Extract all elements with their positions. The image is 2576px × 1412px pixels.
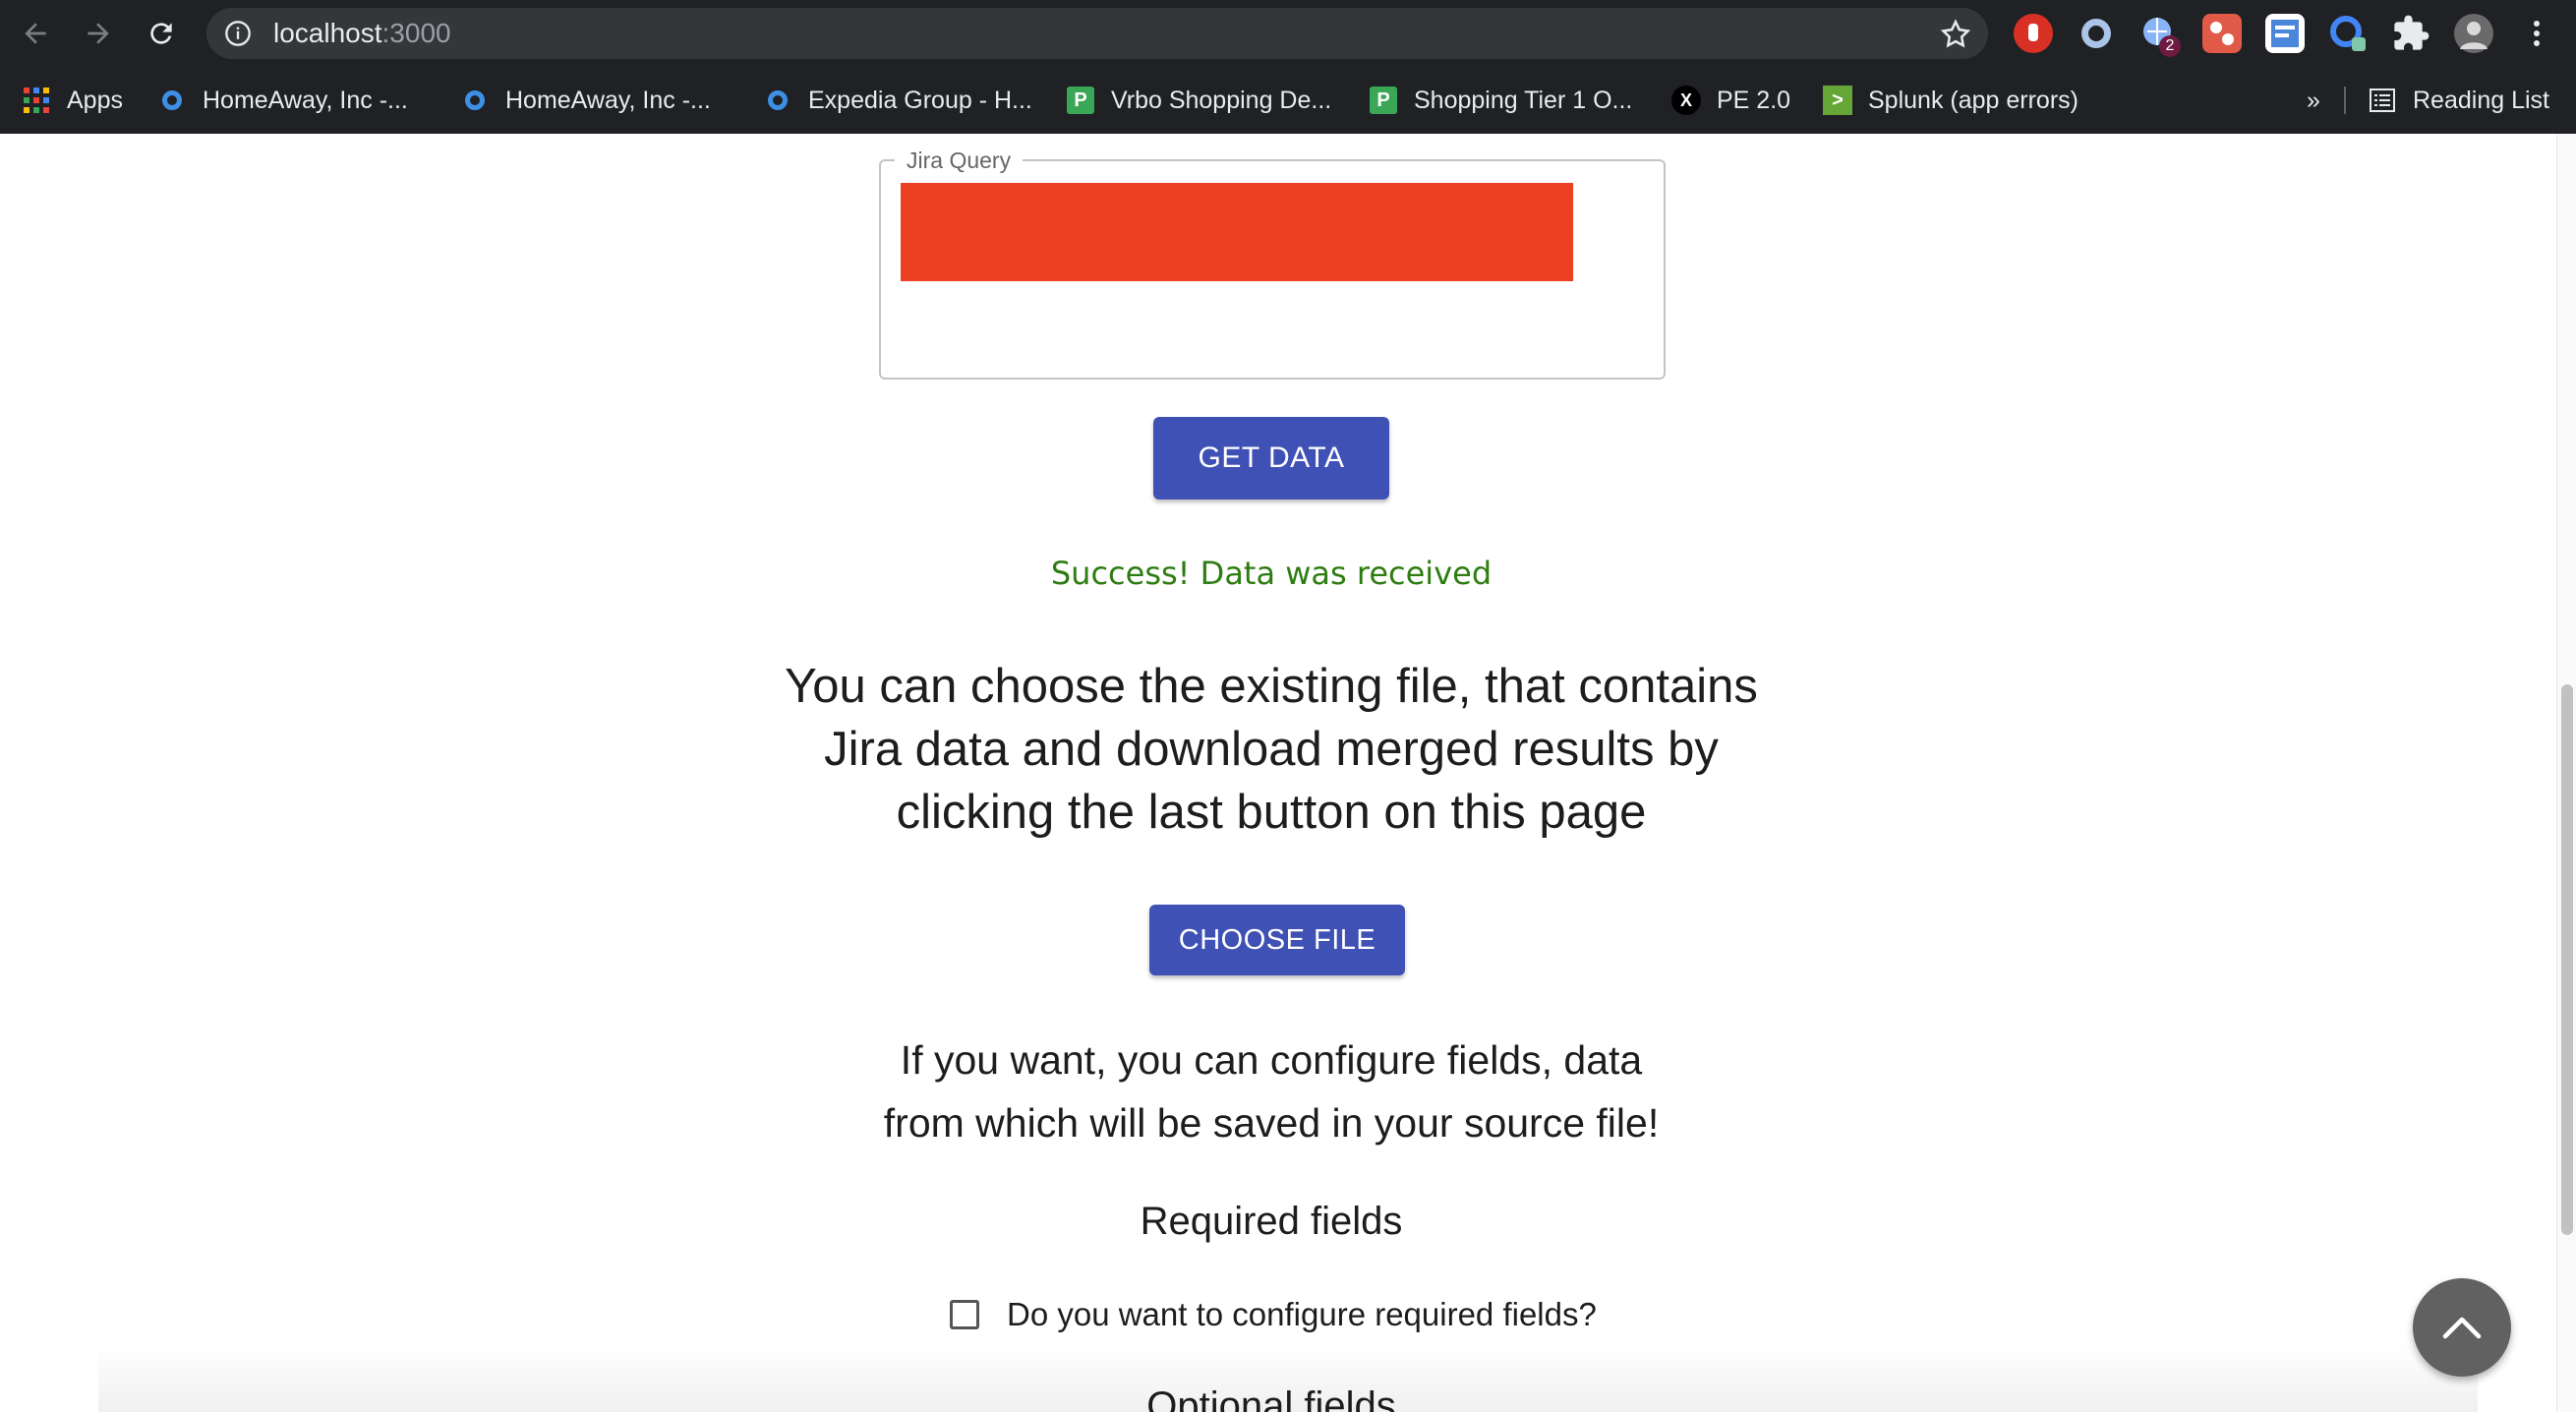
p-square-icon: P: [1066, 86, 1095, 115]
required-fields-checkbox-label[interactable]: Do you want to configure required fields…: [1007, 1296, 1597, 1333]
success-message: Success! Data was received: [1050, 555, 1493, 592]
circle-extension-icon[interactable]: [2077, 14, 2116, 53]
choose-file-instructions: You can choose the existing file, that c…: [0, 655, 2543, 844]
bookmark-label: Expedia Group - H...: [808, 86, 1032, 114]
back-button[interactable]: [14, 12, 57, 55]
instruction-line: from which will be saved in your source …: [883, 1100, 1660, 1146]
expedia-ring-icon: [763, 86, 792, 115]
bookmark-label: Reading List: [2413, 86, 2549, 114]
homeaway-ring-icon: [460, 86, 490, 115]
page-scrollbar[interactable]: [2556, 134, 2576, 1412]
apps-grid-icon: [22, 86, 51, 115]
globe-extension-icon[interactable]: 2: [2139, 14, 2181, 57]
bookmark-splunk[interactable]: > Splunk (app errors): [1823, 67, 2078, 134]
redacted-query-value: [901, 183, 1573, 281]
red-pattern-extension-icon[interactable]: [2202, 14, 2242, 53]
required-fields-heading: Required fields: [1140, 1200, 1403, 1243]
bookmark-label: PE 2.0: [1717, 86, 1791, 114]
bookmark-label: Vrbo Shopping De...: [1111, 86, 1332, 114]
extension-badge: 2: [2159, 35, 2181, 57]
puzzle-extensions-icon[interactable]: [2391, 14, 2430, 53]
scrollbar-thumb[interactable]: [2561, 684, 2573, 1235]
bookmark-homeaway-2[interactable]: HomeAway, Inc -...: [460, 67, 711, 134]
reading-list-button[interactable]: Reading List: [2368, 67, 2549, 134]
p-square-icon: P: [1369, 86, 1398, 115]
bookmark-homeaway-1[interactable]: HomeAway, Inc -...: [157, 67, 408, 134]
bookmarks-divider: [2344, 87, 2346, 114]
stop-hand-icon[interactable]: [2014, 14, 2053, 53]
reload-icon: [150, 23, 172, 44]
bookmark-star-icon[interactable]: [1939, 18, 1972, 51]
required-fields-checkbox-row[interactable]: Do you want to configure required fields…: [950, 1290, 1597, 1339]
url-text[interactable]: localhost:3000: [273, 8, 451, 59]
optional-fields-heading: Optional fields: [1146, 1384, 1396, 1412]
instruction-line: If you want, you can configure fields, d…: [900, 1037, 1643, 1083]
jira-query-label: Jira Query: [895, 146, 1024, 175]
forward-arrow-icon: [88, 23, 109, 44]
choose-file-button[interactable]: CHOOSE FILE: [1149, 905, 1405, 975]
blue-ring-extension-icon[interactable]: [2328, 14, 2368, 53]
page-content: Jira Query GET DATA Success! Data was re…: [0, 134, 2576, 1412]
chevron-up-icon: [2442, 1317, 2482, 1339]
bookmarks-overflow-button[interactable]: »: [2307, 67, 2320, 134]
bookmark-label: HomeAway, Inc -...: [203, 86, 408, 114]
reload-button[interactable]: [140, 12, 183, 55]
required-fields-checkbox[interactable]: [950, 1300, 979, 1329]
scroll-to-top-button[interactable]: [2413, 1278, 2511, 1377]
bookmark-shopping-tier[interactable]: P Shopping Tier 1 O...: [1369, 67, 1632, 134]
profile-avatar[interactable]: [2454, 14, 2493, 53]
instruction-line: You can choose the existing file, that c…: [785, 660, 1758, 713]
bookmark-label: Shopping Tier 1 O...: [1414, 86, 1633, 114]
bookmarks-bar: Apps HomeAway, Inc -... HomeAway, Inc -.…: [0, 67, 2576, 134]
bookmark-label: Splunk (app errors): [1868, 86, 2078, 114]
info-icon[interactable]: [224, 20, 252, 47]
browser-menu-icon[interactable]: [2517, 14, 2556, 53]
back-arrow-icon: [25, 23, 46, 44]
browser-chrome: localhost:3000 2 Apps HomeAway, Inc -...…: [0, 0, 2576, 134]
splunk-icon: >: [1823, 86, 1852, 115]
x-circle-icon: X: [1671, 86, 1701, 115]
instruction-line: clicking the last button on this page: [896, 786, 1647, 839]
bookmark-expedia[interactable]: Expedia Group - H...: [763, 67, 1032, 134]
homeaway-ring-icon: [157, 86, 187, 115]
url-port: :3000: [381, 18, 451, 48]
bookmark-vrbo-shopping[interactable]: P Vrbo Shopping De...: [1066, 67, 1331, 134]
get-data-button[interactable]: GET DATA: [1153, 417, 1389, 500]
bookmark-label: HomeAway, Inc -...: [505, 86, 711, 114]
overflow-chevron-icon: »: [2307, 86, 2320, 114]
reading-list-icon: [2368, 86, 2397, 115]
url-host: localhost: [273, 18, 382, 48]
bookmark-apps[interactable]: Apps: [22, 67, 123, 134]
jira-query-field[interactable]: Jira Query: [879, 146, 1666, 380]
forward-button[interactable]: [77, 12, 120, 55]
address-bar[interactable]: localhost:3000: [206, 8, 1988, 59]
configure-fields-instructions: If you want, you can configure fields, d…: [0, 1029, 2543, 1154]
browser-toolbar: localhost:3000 2: [0, 0, 2576, 67]
instruction-line: Jira data and download merged results by: [824, 723, 1719, 776]
bookmark-pe2[interactable]: X PE 2.0: [1671, 67, 1790, 134]
bookmark-label: Apps: [67, 86, 123, 114]
document-extension-icon[interactable]: [2265, 14, 2305, 53]
